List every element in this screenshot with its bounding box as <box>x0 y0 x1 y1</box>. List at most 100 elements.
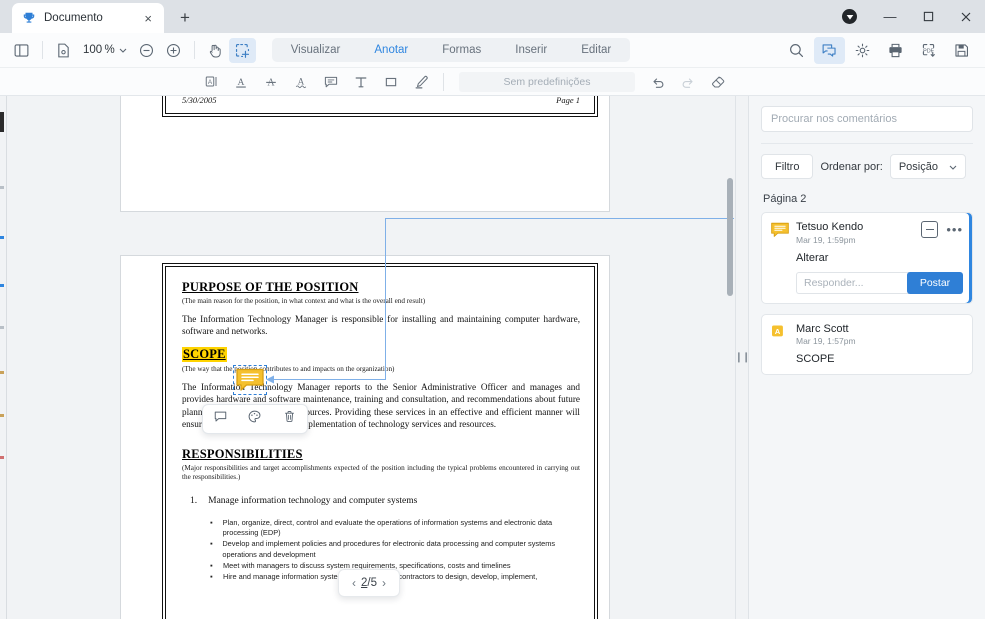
zoom-level-dropdown[interactable]: 100 % <box>77 44 133 56</box>
comments-search-input[interactable]: Procurar nos comentários <box>761 106 973 132</box>
panel-splitter[interactable]: ❙❙ <box>735 96 750 619</box>
user-avatar[interactable] <box>842 9 857 24</box>
comment-text: Alterar <box>796 251 829 264</box>
svg-text:A: A <box>267 77 275 88</box>
annotation-connector-vertical <box>385 218 386 380</box>
highlighter-pen-icon[interactable] <box>406 71 436 93</box>
pan-tool-button[interactable] <box>202 38 229 63</box>
annotation-context-toolbar[interactable] <box>202 404 308 434</box>
scrollbar-thumb[interactable] <box>727 178 733 296</box>
bullet-marker: ▪ <box>210 517 213 527</box>
page1-footer-date: 5/30/2005 <box>182 96 217 105</box>
new-tab-button[interactable]: + <box>174 8 196 28</box>
print-icon[interactable] <box>880 37 911 64</box>
bullet-text: Develop and implement policies and proce… <box>222 539 556 559</box>
total-pages: 5 <box>370 577 377 589</box>
maximize-button[interactable] <box>909 0 947 33</box>
title-bar: Documento × + — <box>0 0 985 33</box>
annotation-connector-arrow-line <box>272 379 386 380</box>
chevron-down-icon <box>119 46 127 55</box>
page1-footer-pageno: Page 1 <box>556 96 580 105</box>
bullet-text: Plan, organize, direct, control and eval… <box>222 517 553 538</box>
left-panel-edge[interactable] <box>0 96 7 619</box>
search-icon[interactable] <box>781 37 812 64</box>
comment-card[interactable]: Tetsuo Kendo Mar 19, 1:59pm ••• Alterar … <box>761 212 973 304</box>
redo-icon[interactable] <box>673 71 703 93</box>
preset-dropdown[interactable]: Sem predefinições <box>459 71 635 92</box>
responsibilities-heading: RESPONSIBILITIES <box>182 446 303 461</box>
settings-gear-icon[interactable] <box>847 37 878 64</box>
comments-filter-row: Filtro Ordenar por: Posição <box>761 154 973 179</box>
sort-label: Ordenar por: <box>820 160 883 173</box>
tab-visualizar[interactable]: Visualizar <box>274 38 358 62</box>
zoom-in-button[interactable] <box>160 38 187 63</box>
sticky-note-annotation[interactable] <box>233 365 267 395</box>
text-box-icon[interactable] <box>346 71 376 93</box>
filter-button[interactable]: Filtro <box>761 154 814 179</box>
page-1-border: Information Technology Manager 5/30/2005… <box>162 96 598 117</box>
panel-marker-7 <box>0 414 4 417</box>
page-view-button[interactable] <box>50 38 77 63</box>
squiggly-underline-icon[interactable]: A <box>286 71 316 93</box>
tab-editar[interactable]: Editar <box>564 38 628 62</box>
add-comment-icon[interactable] <box>213 409 228 429</box>
color-palette-icon[interactable] <box>247 409 262 429</box>
sticky-note-icon <box>771 221 789 239</box>
minimize-button[interactable]: — <box>871 0 909 33</box>
text-highlight-icon: A <box>771 323 789 341</box>
rectangle-icon[interactable] <box>376 71 406 93</box>
panel-marker-1 <box>0 112 4 132</box>
save-icon[interactable] <box>946 37 977 64</box>
zoom-out-button[interactable] <box>133 38 160 63</box>
purpose-paragraph: The Information Technology Manager is re… <box>182 314 580 337</box>
export-pdf-icon[interactable]: PDF <box>913 37 944 64</box>
comment-text: SCOPE <box>796 353 835 366</box>
post-reply-button[interactable]: Postar <box>907 271 963 294</box>
document-tab[interactable]: Documento × <box>12 3 164 33</box>
prev-page-button[interactable]: ‹ <box>352 576 356 590</box>
reply-input[interactable]: Responder... <box>796 271 909 294</box>
text-select-icon[interactable]: A <box>196 71 226 93</box>
comment-card[interactable]: A Marc Scott Mar 19, 1:57pm SCOPE <box>761 313 973 376</box>
document-page-1[interactable]: Information Technology Manager 5/30/2005… <box>120 96 610 212</box>
toolbar-right-group: PDF <box>781 36 985 64</box>
purpose-heading: PURPOSE OF THE POSITION <box>182 280 359 294</box>
undo-icon[interactable] <box>643 71 673 93</box>
document-scrollbar[interactable] <box>726 96 734 619</box>
svg-text:A: A <box>775 327 781 336</box>
page-indicator: 2/5 <box>361 577 377 589</box>
document-viewport[interactable]: Information Technology Manager 5/30/2005… <box>7 96 734 619</box>
next-page-button[interactable]: › <box>382 576 386 590</box>
close-window-button[interactable] <box>947 0 985 33</box>
collapse-icon[interactable] <box>921 221 939 238</box>
strikethrough-icon[interactable]: A <box>256 71 286 93</box>
panel-marker-5 <box>0 326 4 329</box>
tab-anotar[interactable]: Anotar <box>357 38 425 62</box>
mode-tab-group: Visualizar Anotar Formas Inserir Editar <box>271 38 631 62</box>
sticky-note-icon <box>236 368 264 391</box>
bullet-marker: ▪ <box>210 539 213 549</box>
comment-author: Marc Scott <box>796 322 849 335</box>
marquee-select-button[interactable] <box>228 37 256 63</box>
eraser-icon[interactable] <box>703 71 733 93</box>
panel-marker-3 <box>0 236 4 239</box>
close-tab-icon[interactable]: × <box>140 12 156 25</box>
responsibilities-subtext: (Major responsibilities and target accom… <box>182 463 580 481</box>
page-2-border: PURPOSE OF THE POSITION (The main reason… <box>162 263 598 619</box>
tab-formas[interactable]: Formas <box>425 38 498 62</box>
sidebar-toggle-button[interactable] <box>8 38 35 63</box>
underline-icon[interactable]: A <box>226 71 256 93</box>
sort-dropdown[interactable]: Posição <box>889 154 966 179</box>
comment-date: Mar 19, 1:57pm <box>796 336 856 347</box>
sticky-note-icon[interactable] <box>316 71 346 93</box>
comments-icon[interactable] <box>814 36 845 64</box>
delete-icon[interactable] <box>282 409 297 429</box>
document-page-2[interactable]: PURPOSE OF THE POSITION (The main reason… <box>120 255 610 619</box>
page-navigation[interactable]: ‹ 2/5 › <box>338 569 400 597</box>
toolbar-divider-2 <box>193 41 195 59</box>
tab-inserir[interactable]: Inserir <box>498 38 564 62</box>
comment-header: A Marc Scott Mar 19, 1:57pm <box>771 322 963 347</box>
pdf-editor-window: Documento × + — 100 % Visualizar Anotar … <box>0 0 985 619</box>
comment-menu-icon[interactable]: ••• <box>946 223 963 236</box>
annotate-subtoolbar: A A A A Sem predefinições <box>0 68 985 96</box>
